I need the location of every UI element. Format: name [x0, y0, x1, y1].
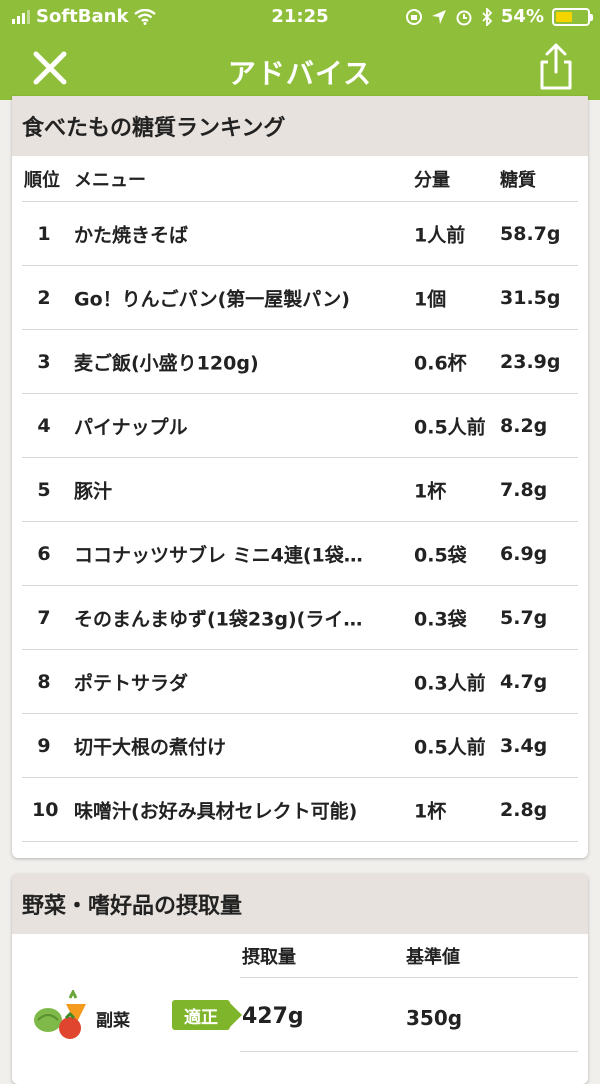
row-quantity: 0.3袋: [414, 608, 467, 630]
battery-icon: [552, 7, 593, 26]
intake-label: 副菜: [96, 1011, 130, 1031]
row-quantity: 1個: [414, 288, 447, 310]
row-menu: 豚汁: [74, 480, 113, 502]
ranking-row: 8 ポテトサラダ 0.3人前 4.7g: [22, 650, 578, 714]
row-menu: パイナップル: [74, 416, 188, 438]
row-quantity: 0.5袋: [414, 544, 467, 566]
row-quantity: 0.6杯: [414, 352, 467, 374]
divider: [240, 1051, 578, 1052]
header-rank: 順位: [24, 169, 60, 191]
header-menu: メニュー: [74, 169, 146, 191]
row-menu: ポテトサラダ: [74, 672, 189, 694]
row-carbs: 58.7g: [500, 222, 561, 245]
row-menu: かた焼きそば: [74, 224, 189, 246]
row-rank: 9: [37, 734, 51, 757]
page-title: アドバイス: [227, 57, 373, 90]
share-button[interactable]: [534, 42, 578, 92]
vegetables-icon: [34, 990, 86, 1039]
ranking-row: 7 そのまんまゆず(1袋23g)(ライ… 0.3袋 5.7g: [22, 586, 578, 650]
intake-standard: 350g: [406, 1006, 463, 1030]
bluetooth-icon: [482, 7, 493, 26]
row-menu: 切干大根の煮付け: [74, 736, 227, 758]
intake-amount: 427g: [242, 1004, 304, 1029]
row-rank: 7: [37, 606, 51, 629]
ranking-list: 1 かた焼きそば 1人前 58.7g 2 Go！りんごパン(第一屋製パン) 1個…: [12, 202, 588, 842]
row-carbs: 4.7g: [500, 670, 548, 693]
intake-title: 野菜・嗜好品の摂取量: [12, 874, 588, 934]
ranking-row: 2 Go！りんごパン(第一屋製パン) 1個 31.5g: [22, 266, 578, 330]
row-rank: 10: [32, 798, 59, 821]
header-carbs: 糖質: [500, 169, 536, 191]
row-rank: 4: [37, 414, 51, 437]
row-rank: 5: [37, 478, 51, 501]
row-quantity: 1人前: [414, 224, 466, 246]
row-menu: ココナッツサブレ ミニ4連(1袋…: [74, 544, 363, 566]
orientation-lock-icon: [405, 8, 422, 25]
row-rank: 6: [37, 542, 51, 565]
location-icon: [431, 9, 446, 24]
row-carbs: 6.9g: [500, 542, 548, 565]
ranking-row: 10 味噌汁(お好み具材セレクト可能) 1杯 2.8g: [22, 778, 578, 842]
row-quantity: 0.5人前: [414, 416, 486, 438]
intake-header-row: 摂取量 基準値: [240, 934, 578, 978]
row-menu: 味噌汁(お好み具材セレクト可能): [74, 800, 358, 822]
ranking-row: 9 切干大根の煮付け 0.5人前 3.4g: [22, 714, 578, 778]
ranking-title: 食べたもの糖質ランキング: [12, 96, 588, 156]
row-menu: Go！りんごパン(第一屋製パン): [74, 288, 350, 310]
row-rank: 3: [37, 350, 51, 373]
battery-fill: [556, 11, 572, 22]
row-carbs: 2.8g: [500, 798, 548, 821]
ranking-row: 6 ココナッツサブレ ミニ4連(1袋… 0.5袋 6.9g: [22, 522, 578, 586]
row-carbs: 7.8g: [500, 478, 548, 501]
intake-row: 副菜 適正 427g 350g: [12, 978, 588, 1052]
alarm-icon: [456, 10, 472, 25]
row-carbs: 5.7g: [500, 606, 548, 629]
row-quantity: 1杯: [414, 800, 447, 822]
nav-bar: アドバイス: [0, 36, 600, 100]
ranking-header-row: 順位 メニュー 分量 糖質: [22, 156, 578, 202]
row-quantity: 1杯: [414, 480, 447, 502]
ranking-row: 4 パイナップル 0.5人前 8.2g: [22, 394, 578, 458]
status-badge: 適正: [172, 1000, 242, 1030]
ranking-row: 5 豚汁 1杯 7.8g: [22, 458, 578, 522]
row-carbs: 8.2g: [500, 414, 548, 437]
intake-card: 野菜・嗜好品の摂取量 摂取量 基準値 副菜 適正 427g 350g: [12, 874, 588, 1084]
ranking-row: 3 麦ご飯(小盛り120g) 0.6杯 23.9g: [22, 330, 578, 394]
row-carbs: 23.9g: [500, 350, 561, 373]
battery-percent: 54%: [500, 6, 544, 27]
status-right: 54%: [405, 6, 593, 27]
header-standard: 基準値: [406, 946, 460, 968]
row-rank: 2: [37, 286, 51, 309]
row-quantity: 0.3人前: [414, 672, 486, 694]
row-menu: 麦ご飯(小盛り120g): [74, 352, 259, 374]
row-quantity: 0.5人前: [414, 736, 486, 758]
carb-ranking-card: 食べたもの糖質ランキング 順位 メニュー 分量 糖質 1 かた焼きそば 1人前 …: [12, 96, 588, 858]
ranking-row: 1 かた焼きそば 1人前 58.7g: [22, 202, 578, 266]
row-menu: そのまんまゆず(1袋23g)(ライ…: [74, 608, 363, 630]
row-carbs: 3.4g: [500, 734, 548, 757]
header-quantity: 分量: [414, 169, 450, 191]
status-bar: SoftBank 21:25 54%: [0, 0, 600, 36]
row-carbs: 31.5g: [500, 286, 561, 309]
share-icon: [540, 43, 572, 90]
row-rank: 8: [37, 670, 51, 693]
row-rank: 1: [37, 222, 51, 245]
header-amount: 摂取量: [242, 946, 296, 968]
